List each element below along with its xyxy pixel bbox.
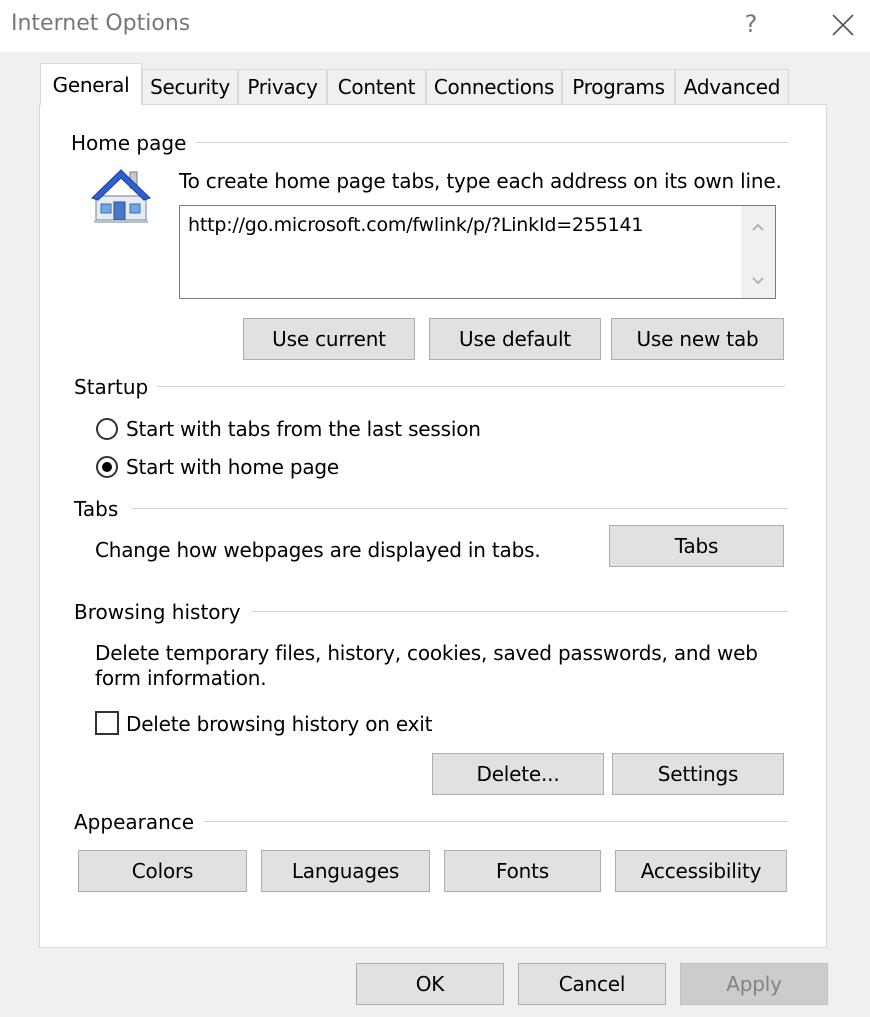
use-current-button[interactable]: Use current — [243, 318, 415, 360]
help-button[interactable]: ? — [740, 10, 762, 38]
tab-programs[interactable]: Programs — [562, 69, 675, 104]
cancel-button[interactable]: Cancel — [518, 963, 666, 1005]
fonts-button[interactable]: Fonts — [444, 850, 601, 892]
languages-button[interactable]: Languages — [261, 850, 430, 892]
tab-connections[interactable]: Connections — [426, 69, 562, 104]
use-new-tab-button[interactable]: Use new tab — [611, 318, 784, 360]
use-default-button[interactable]: Use default — [429, 318, 601, 360]
tab-advanced[interactable]: Advanced — [675, 69, 789, 104]
tab-privacy[interactable]: Privacy — [238, 69, 327, 104]
apply-button[interactable]: Apply — [680, 963, 828, 1005]
window-title: Internet Options — [11, 11, 191, 36]
tab-content[interactable]: Content — [327, 69, 426, 104]
tab-general[interactable]: General — [40, 63, 142, 105]
colors-button[interactable]: Colors — [78, 850, 247, 892]
history-settings-button[interactable]: Settings — [612, 753, 784, 795]
delete-history-button[interactable]: Delete... — [432, 753, 604, 795]
close-icon — [832, 14, 854, 36]
close-button[interactable] — [826, 8, 860, 42]
tab-security[interactable]: Security — [142, 69, 238, 104]
accessibility-button[interactable]: Accessibility — [615, 850, 787, 892]
ok-button[interactable]: OK — [356, 963, 504, 1005]
tabs-settings-button[interactable]: Tabs — [609, 525, 784, 567]
